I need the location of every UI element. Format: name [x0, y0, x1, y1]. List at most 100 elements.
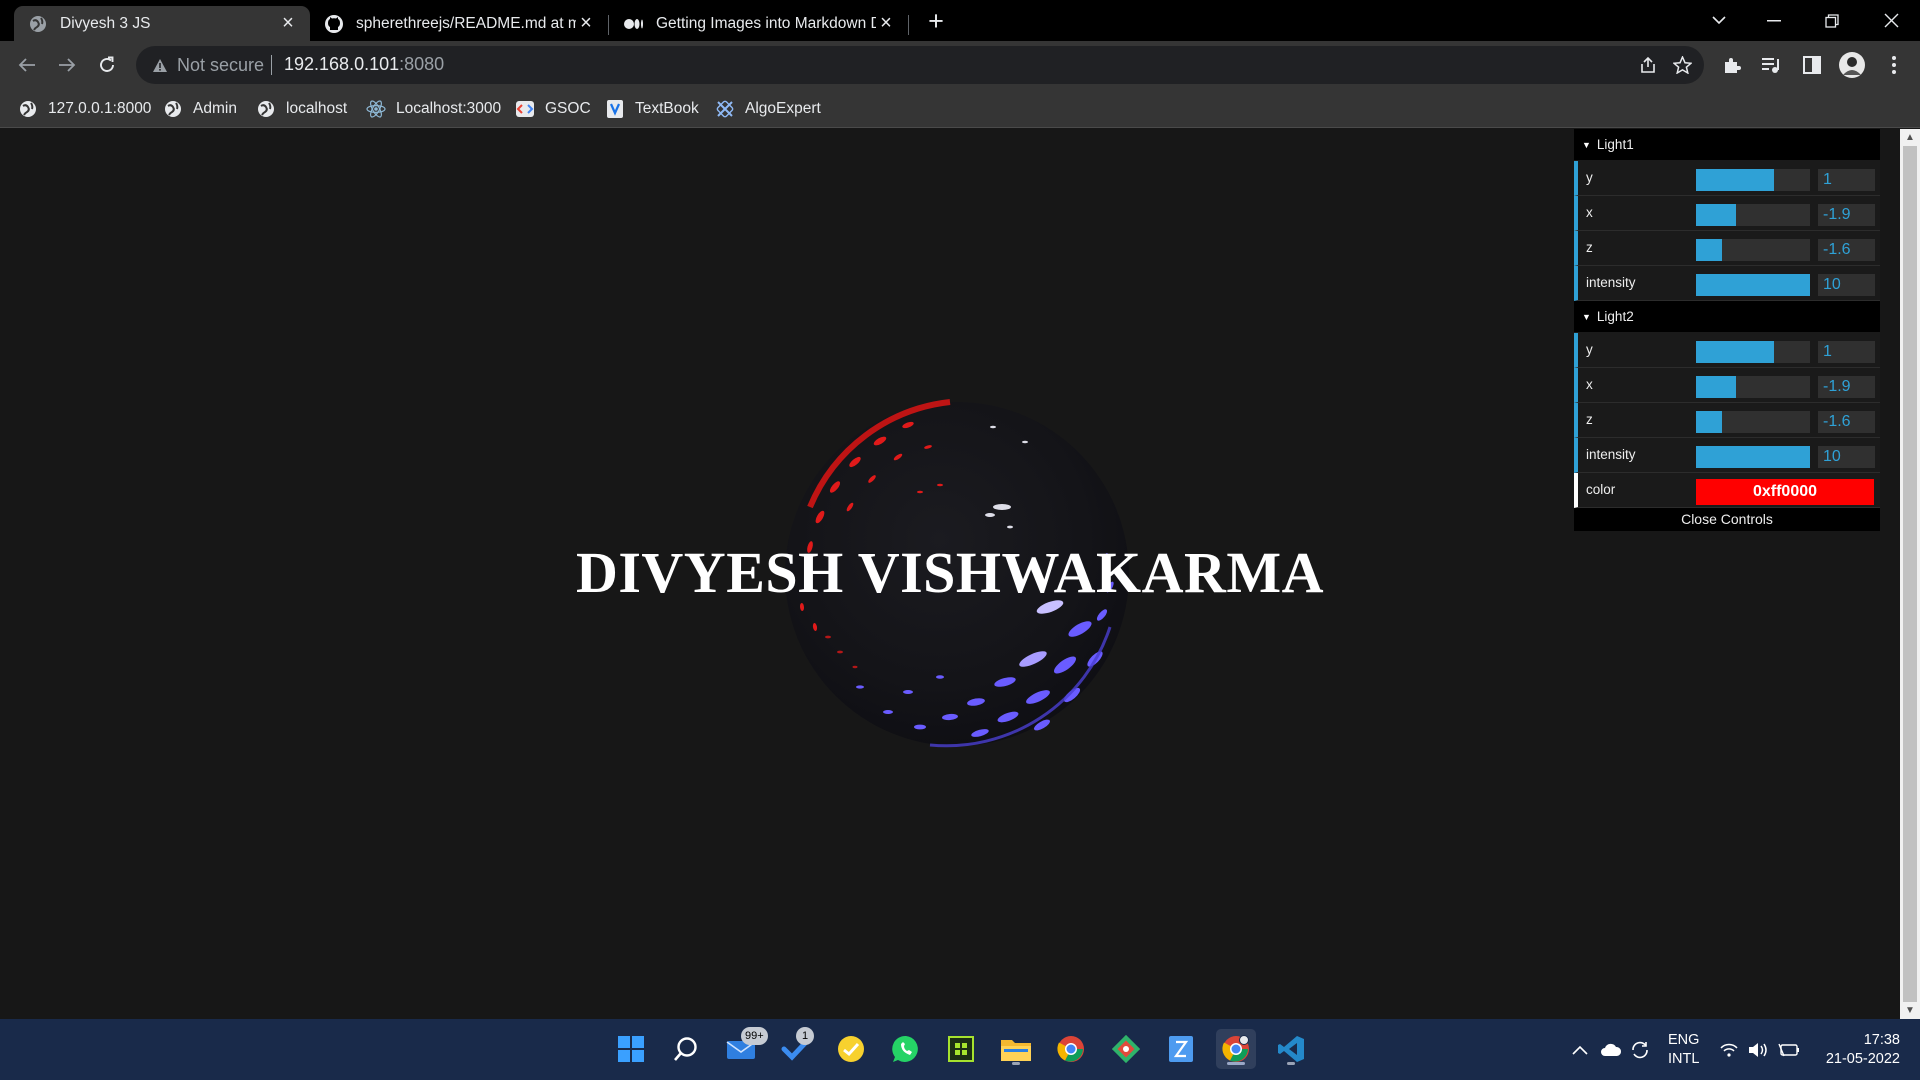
number-input[interactable]: -1.6	[1818, 411, 1875, 433]
bookmark-admin[interactable]: Admin	[163, 97, 237, 121]
control-light2-y: y 1	[1574, 333, 1880, 368]
close-tab-icon[interactable]: ×	[278, 12, 298, 34]
share-icon[interactable]	[1636, 53, 1660, 77]
close-controls-button[interactable]: Close Controls	[1574, 508, 1880, 531]
vscode-icon[interactable]	[1271, 1029, 1311, 1069]
warning-icon[interactable]	[150, 55, 170, 75]
running-indicator	[1287, 1062, 1295, 1065]
control-light1-x: x -1.9	[1574, 196, 1880, 231]
start-icon[interactable]	[611, 1029, 651, 1069]
control-light1-z: z -1.6	[1574, 231, 1880, 266]
wifi-icon[interactable]	[1720, 1019, 1738, 1080]
control-label: z	[1586, 412, 1593, 427]
bookmark-gsoc[interactable]: GSOC	[515, 97, 591, 121]
clock[interactable]: 17:38 21-05-2022	[1816, 1019, 1900, 1080]
back-button[interactable]	[12, 50, 42, 80]
close-window-icon[interactable]	[1862, 0, 1920, 41]
control-label: x	[1586, 377, 1593, 392]
chrome-icon[interactable]	[1051, 1029, 1091, 1069]
side-panel-icon[interactable]	[1798, 51, 1826, 79]
url-text[interactable]: 192.168.0.101:8080	[284, 54, 444, 75]
close-tab-icon[interactable]: ×	[876, 12, 896, 34]
slider-fill	[1696, 341, 1774, 363]
forward-button[interactable]	[52, 50, 82, 80]
color-picker[interactable]: 0xff0000	[1696, 479, 1874, 505]
language-indicator[interactable]: ENG INTL	[1668, 1019, 1700, 1080]
scroll-thumb[interactable]	[1903, 146, 1917, 1002]
running-indicator	[1012, 1062, 1020, 1065]
medium-icon	[624, 14, 644, 34]
slider[interactable]	[1696, 239, 1810, 261]
volume-icon[interactable]	[1748, 1019, 1768, 1080]
todo-icon[interactable]: 1	[776, 1027, 816, 1069]
control-label: y	[1586, 170, 1593, 185]
search-icon[interactable]	[666, 1029, 706, 1069]
reload-button[interactable]	[92, 50, 122, 80]
number-input[interactable]: 10	[1818, 446, 1875, 468]
sticky-notes-icon[interactable]	[831, 1029, 871, 1069]
tab-readme[interactable]: spherethreejs/README.md at ma ×	[310, 6, 608, 41]
tab-divyesh-3js[interactable]: Divyesh 3 JS ×	[14, 6, 310, 41]
folder-light2[interactable]: ▼ Light2	[1574, 301, 1880, 333]
slider-fill	[1696, 376, 1736, 398]
slider[interactable]	[1696, 411, 1810, 433]
whatsapp-icon[interactable]	[886, 1029, 926, 1069]
globe-icon	[28, 14, 48, 34]
slider[interactable]	[1696, 169, 1810, 191]
address-bar[interactable]: Not secure 192.168.0.101:8080	[136, 46, 1704, 84]
minimize-icon[interactable]	[1745, 0, 1803, 41]
file-explorer-icon[interactable]	[996, 1029, 1036, 1069]
control-light2-color: color 0xff0000	[1574, 473, 1880, 508]
bookmark-star-icon[interactable]	[1670, 53, 1694, 77]
number-input[interactable]: 1	[1818, 341, 1875, 363]
mail-icon[interactable]: 99+	[721, 1027, 768, 1069]
battery-icon[interactable]	[1778, 1019, 1800, 1080]
scroll-up-arrow-icon[interactable]: ▲	[1900, 129, 1920, 146]
menu-kebab-icon[interactable]	[1880, 51, 1908, 79]
slider[interactable]	[1696, 204, 1810, 226]
page-scrollbar[interactable]: ▲ ▼	[1900, 129, 1920, 1019]
bookmark-127-0-0-1[interactable]: 127.0.0.1:8000	[18, 97, 151, 121]
number-input[interactable]: -1.6	[1818, 239, 1875, 261]
media-control-icon[interactable]	[1757, 51, 1785, 79]
number-input[interactable]: -1.9	[1818, 204, 1875, 226]
tab-search-icon[interactable]	[1690, 0, 1748, 41]
slider[interactable]	[1696, 341, 1810, 363]
slider[interactable]	[1696, 446, 1810, 468]
slider[interactable]	[1696, 274, 1810, 296]
bookmark-textbook[interactable]: TextBook	[605, 97, 699, 121]
git-icon[interactable]	[1106, 1029, 1146, 1069]
control-light1-intensity: intensity 10	[1574, 266, 1880, 301]
slider-fill	[1696, 274, 1810, 296]
bookmark-algoexpert[interactable]: AlgoExpert	[715, 97, 821, 121]
onedrive-icon[interactable]	[1600, 1019, 1622, 1080]
scroll-down-arrow-icon[interactable]: ▼	[1900, 1002, 1920, 1019]
bookmarks-bar: 127.0.0.1:8000 Admin localhost Localhost…	[0, 89, 1920, 128]
app-grid-icon[interactable]	[941, 1029, 981, 1069]
extensions-icon[interactable]	[1718, 51, 1746, 79]
slider[interactable]	[1696, 376, 1810, 398]
url-host: 192.168.0.101	[284, 54, 400, 74]
close-tab-icon[interactable]: ×	[576, 12, 596, 34]
restore-icon[interactable]	[1803, 0, 1861, 41]
bookmark-label: Localhost:3000	[396, 100, 502, 117]
folder-title: Light2	[1596, 309, 1634, 324]
tab-title: spherethreejs/README.md at ma	[356, 14, 576, 32]
new-tab-button[interactable]: +	[921, 8, 951, 36]
chrome-dev-icon[interactable]	[1216, 1029, 1256, 1069]
control-light2-intensity: intensity 10	[1574, 438, 1880, 473]
todo-badge: 1	[796, 1027, 814, 1045]
tray-overflow-icon[interactable]	[1572, 1019, 1588, 1080]
folder-light1[interactable]: ▼ Light1	[1574, 129, 1880, 161]
number-input[interactable]: -1.9	[1818, 376, 1875, 398]
tab-markdown[interactable]: Getting Images into Markdown D ×	[610, 6, 908, 41]
sync-icon[interactable]	[1630, 1019, 1650, 1080]
security-status[interactable]: Not secure	[177, 55, 264, 76]
forward-arrow-icon	[59, 58, 76, 72]
bookmark-localhost[interactable]: localhost	[256, 97, 347, 121]
profile-avatar[interactable]	[1838, 51, 1866, 79]
editor-icon[interactable]	[1161, 1029, 1201, 1069]
bookmark-localhost-3000[interactable]: Localhost:3000	[366, 97, 501, 121]
number-input[interactable]: 10	[1818, 274, 1875, 296]
number-input[interactable]: 1	[1818, 169, 1875, 191]
